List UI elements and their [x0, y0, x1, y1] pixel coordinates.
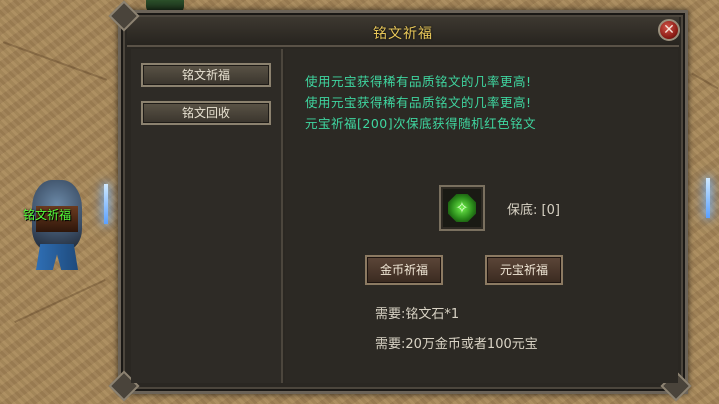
- requirement-line: 需要:铭文石*1: [375, 307, 460, 322]
- right-crystal: [706, 178, 710, 218]
- window-title: 铭文祈福: [373, 26, 433, 42]
- close-button[interactable]: ✕: [658, 19, 680, 41]
- sidebar-item-inscription-blessing[interactable]: 铭文祈福: [141, 63, 271, 87]
- main-content: 使用元宝获得稀有品质铭文的几率更高! 使用元宝获得稀有品质铭文的几率更高! 元宝…: [285, 49, 678, 383]
- info-line: 元宝祈福[200]次保底获得随机红色铭文: [305, 116, 537, 131]
- close-icon: ✕: [663, 22, 675, 38]
- ground-crack: [691, 72, 719, 90]
- guarantee-counter: 保底: [0]: [507, 203, 560, 218]
- ground-crack: [14, 278, 106, 324]
- npc-name-label: 铭文祈福: [23, 208, 72, 222]
- info-line: 使用元宝获得稀有品质铭文的几率更高!: [305, 74, 532, 89]
- npc-legs: [36, 244, 78, 270]
- rune-slot[interactable]: ✧: [439, 185, 485, 231]
- ingot-blessing-button[interactable]: 元宝祈福: [485, 255, 563, 285]
- ground-crack: [2, 41, 108, 81]
- info-line: 使用元宝获得稀有品质铭文的几率更高!: [305, 95, 532, 110]
- sidebar: 铭文祈福 铭文回收: [131, 49, 283, 383]
- gold-blessing-button[interactable]: 金币祈福: [365, 255, 443, 285]
- left-crystal: [104, 184, 108, 224]
- requirement-line: 需要:20万金币或者100元宝: [375, 337, 538, 352]
- sidebar-item-inscription-recycle[interactable]: 铭文回收: [141, 101, 271, 125]
- inscription-blessing-window: 铭文祈福 ✕ 铭文祈福 铭文回收 使用元宝获得稀有品质铭文的几率更高! 使用元宝…: [108, 0, 692, 402]
- rune-glyph-icon: ✧: [455, 198, 469, 217]
- window-titlebar: 铭文祈福: [127, 17, 679, 47]
